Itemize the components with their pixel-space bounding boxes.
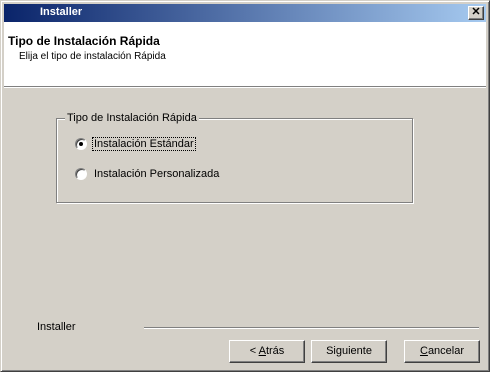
wizard-header: Tipo de Instalación Rápida Elija el tipo…: [4, 22, 486, 86]
close-button[interactable]: ✕: [468, 6, 484, 20]
footer-brand-label: Installer: [37, 321, 76, 333]
back-button[interactable]: < Atrás: [229, 340, 305, 363]
install-type-group: Tipo de Instalación Rápida Instalación E…: [56, 112, 413, 203]
radio-label-standard[interactable]: Instalación Estándar: [92, 137, 196, 151]
cancel-accelerator: C: [419, 345, 428, 357]
radio-option-standard[interactable]: Instalación Estándar: [75, 137, 196, 151]
cancel-label-rest: ancelar: [427, 345, 465, 357]
page-title: Tipo de Instalación Rápida: [8, 34, 160, 48]
footer-divider: [144, 327, 479, 329]
close-icon: ✕: [471, 6, 481, 18]
header-divider: [4, 86, 486, 88]
back-accelerator: A: [258, 345, 266, 357]
radio-option-custom[interactable]: Instalación Personalizada: [75, 167, 220, 181]
cancel-button[interactable]: Cancelar: [404, 340, 480, 363]
radio-button-custom[interactable]: [75, 168, 87, 180]
installer-window: Installer ✕ Tipo de Instalación Rápida E…: [0, 0, 490, 372]
window-title: Installer: [40, 6, 83, 18]
group-legend: Tipo de Instalación Rápida: [65, 112, 199, 124]
radio-button-standard[interactable]: [75, 138, 87, 150]
back-prefix: <: [249, 345, 259, 357]
page-subtitle: Elija el tipo de instalación Rápida: [19, 51, 166, 62]
radio-label-custom[interactable]: Instalación Personalizada: [93, 168, 220, 180]
next-label: Siguiente: [326, 345, 372, 357]
back-label-rest: trás: [265, 345, 285, 357]
next-button[interactable]: Siguiente: [311, 340, 387, 363]
title-bar[interactable]: Installer ✕: [4, 4, 486, 22]
